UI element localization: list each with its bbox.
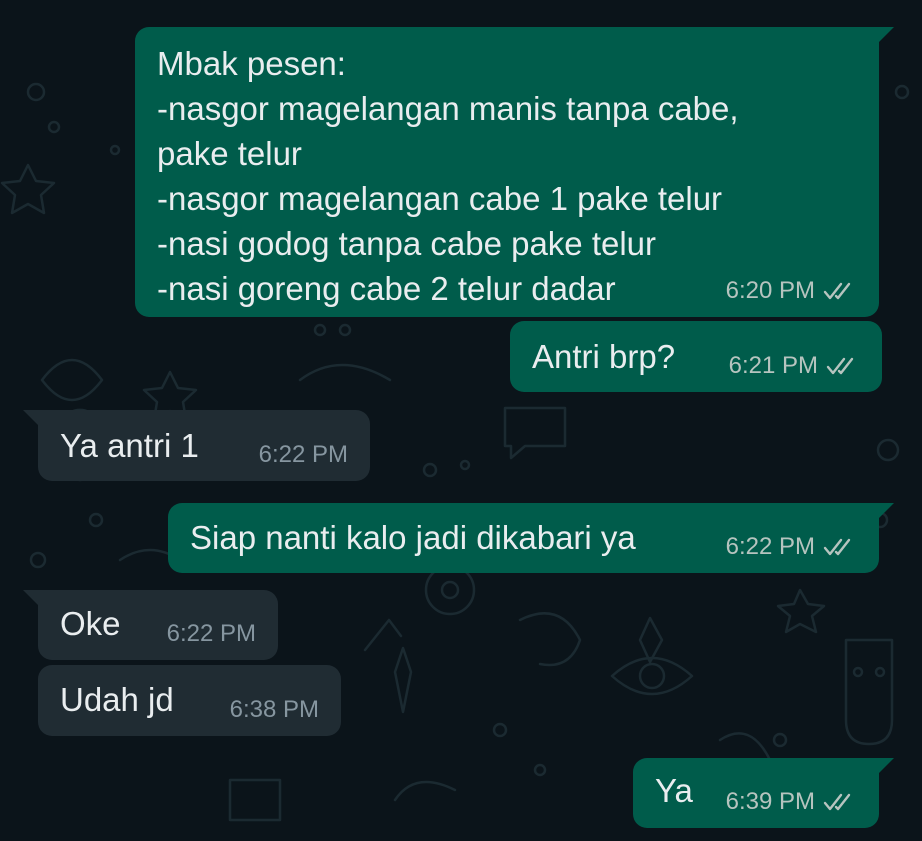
message-time: 6:21 PM: [728, 352, 818, 379]
message-time: 6:20 PM: [725, 277, 815, 304]
read-double-tick-icon: [826, 357, 854, 375]
message-bubble-outgoing[interactable]: Antri brp? 6:21 PM: [510, 321, 882, 392]
message-meta: 6:22 PM: [167, 620, 256, 648]
message-text: Ya antri 1: [60, 427, 199, 464]
message-time: 6:38 PM: [229, 696, 319, 723]
message-time: 6:39 PM: [725, 788, 815, 815]
message-text: Siap nanti kalo jadi dikabari ya: [190, 519, 636, 556]
message-text: Mbak pesen: -nasgor magelangan manis tan…: [157, 45, 739, 307]
message-time: 6:22 PM: [725, 533, 815, 560]
message-bubble-outgoing[interactable]: Siap nanti kalo jadi dikabari ya 6:22 PM: [168, 503, 894, 573]
chat-message-list[interactable]: Mbak pesen: -nasgor magelangan manis tan…: [0, 0, 922, 841]
message-text: Antri brp?: [532, 338, 676, 375]
message-meta: 6:21 PM: [729, 352, 860, 380]
message-bubble-incoming[interactable]: Ya antri 1 6:22 PM: [23, 410, 370, 481]
message-meta: 6:22 PM: [726, 533, 857, 561]
read-double-tick-icon: [823, 793, 851, 811]
message-text: Ya: [655, 772, 693, 809]
message-text: Udah jd: [60, 681, 174, 718]
message-time: 6:22 PM: [258, 441, 348, 468]
message-text: Oke: [60, 605, 121, 642]
message-bubble-incoming[interactable]: Oke 6:22 PM: [23, 590, 278, 660]
message-time: 6:22 PM: [166, 620, 256, 647]
message-meta: 6:22 PM: [259, 441, 348, 469]
message-bubble-outgoing[interactable]: Ya 6:39 PM: [633, 758, 894, 828]
read-double-tick-icon: [823, 538, 851, 556]
message-meta: 6:39 PM: [726, 788, 857, 816]
message-meta: 6:20 PM: [726, 277, 857, 305]
message-meta: 6:38 PM: [230, 696, 319, 724]
message-bubble-outgoing[interactable]: Mbak pesen: -nasgor magelangan manis tan…: [135, 27, 894, 317]
read-double-tick-icon: [823, 282, 851, 300]
message-bubble-incoming[interactable]: Udah jd 6:38 PM: [38, 665, 341, 736]
